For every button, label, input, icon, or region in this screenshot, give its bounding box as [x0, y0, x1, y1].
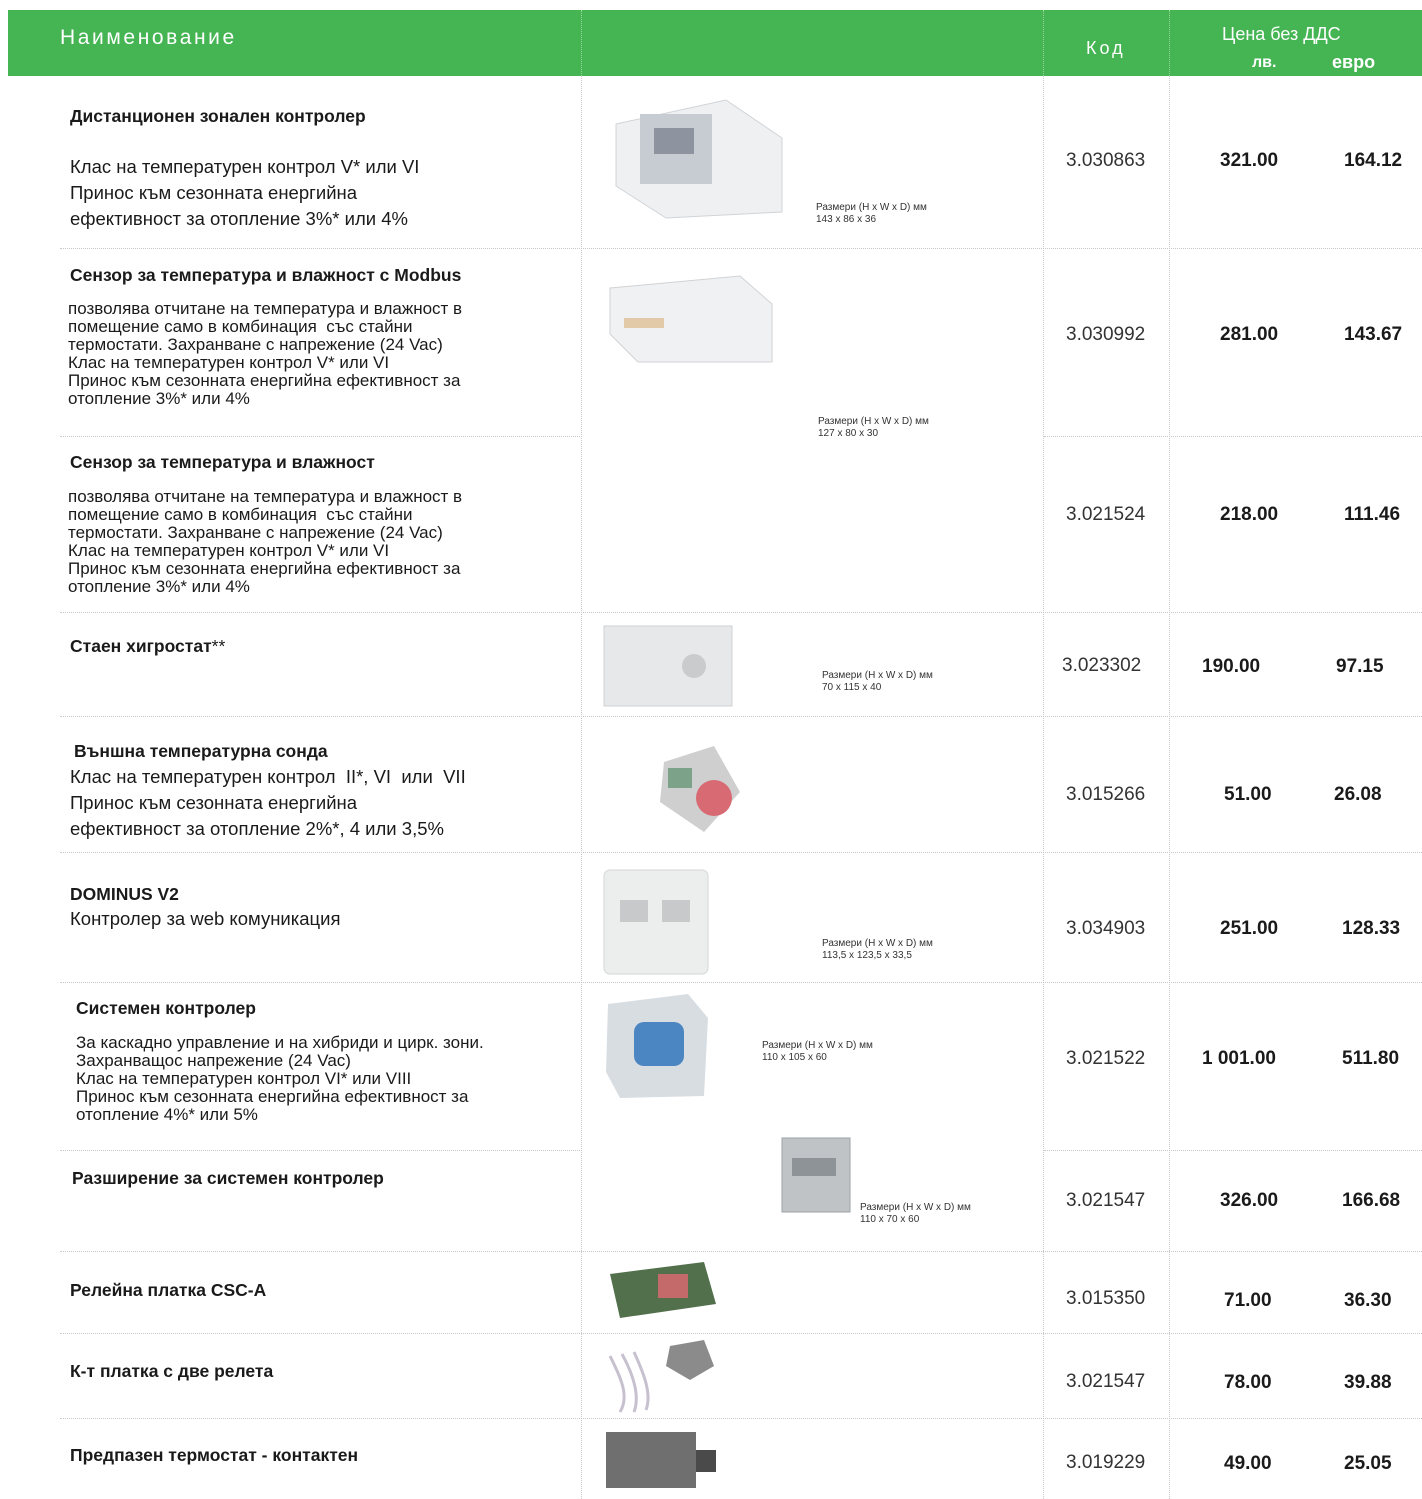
product-dimensions: Размери (H x W x D) мм 70 x 115 x 40: [822, 670, 933, 693]
header-divider: [581, 10, 582, 76]
product-title: Сензор за температура и влажност: [70, 452, 375, 472]
price-lv: 1 001.00: [1202, 1048, 1276, 1069]
header-code: Код: [1086, 38, 1126, 58]
price-eur: 128.33: [1342, 918, 1401, 939]
room-hygrostat-image: [603, 625, 733, 707]
product-description: Клас на температурен контрол II*, VI или…: [70, 766, 466, 839]
price-lv: 51.00: [1224, 784, 1272, 805]
price-lv: 190.00: [1202, 656, 1261, 677]
price-eur: 164.12: [1344, 150, 1403, 171]
product-title: К-т платка с две релета: [70, 1361, 274, 1381]
product-description: Контролер за web комуникация: [70, 908, 341, 929]
price-eur: 143.67: [1344, 324, 1403, 345]
product-code: 3.015350: [1066, 1288, 1146, 1309]
price-eur: 111.46: [1344, 504, 1401, 525]
row-divider: [60, 1418, 1422, 1419]
price-lv: 321.00: [1220, 150, 1279, 171]
outdoor-probe-image: [660, 746, 740, 832]
product-dimensions: Размери (H x W x D) мм 110 x 70 x 60: [860, 1202, 971, 1225]
row-divider: [60, 716, 1422, 717]
product-code: 3.021547: [1066, 1371, 1146, 1392]
product-dimensions: Размери (H x W x D) мм 127 x 80 x 30: [818, 416, 929, 439]
row-divider: [60, 1333, 1422, 1334]
row-divider: [60, 248, 1422, 249]
price-eur: 36.30: [1344, 1290, 1392, 1311]
price-eur: 25.05: [1344, 1453, 1392, 1474]
product-code: 3.030863: [1066, 150, 1146, 171]
controller-extension-image: [781, 1137, 851, 1213]
column-divider: [581, 76, 582, 1499]
price-lv: 281.00: [1220, 324, 1279, 345]
product-description: позволява отчитане на температура и влаж…: [68, 299, 463, 408]
row-divider: [60, 436, 580, 437]
header-divider: [1169, 10, 1170, 76]
product-title: Системен контролер: [76, 998, 256, 1018]
product-description: позволява отчитане на температура и влаж…: [68, 487, 463, 596]
product-code: 3.019229: [1066, 1452, 1146, 1473]
price-lv: 326.00: [1220, 1190, 1279, 1211]
product-dimensions: Размери (H x W x D) мм 143 x 86 x 36: [816, 202, 927, 225]
product-code: 3.021547: [1066, 1190, 1146, 1211]
product-description: Клас на температурен контрол V* или VI П…: [70, 156, 420, 229]
product-title: Сензор за температура и влажност с Modbu…: [70, 265, 462, 285]
product-dimensions: Размери (H x W x D) мм 113,5 x 123,5 x 3…: [822, 938, 933, 961]
system-controller-image: [606, 994, 708, 1098]
price-lv: 251.00: [1220, 918, 1279, 939]
price-lv: 78.00: [1224, 1372, 1272, 1393]
product-dimensions: Размери (H x W x D) мм 110 x 105 x 60: [762, 1040, 873, 1063]
column-divider: [1169, 76, 1170, 1499]
product-title: Дистанционен зонален контролер: [70, 106, 366, 126]
price-lv: 71.00: [1224, 1290, 1272, 1311]
column-divider: [1043, 76, 1044, 1499]
product-code: 3.021522: [1066, 1048, 1146, 1069]
price-eur: 26.08: [1334, 784, 1382, 805]
relay-board-image: [610, 1262, 716, 1318]
price-lv: 49.00: [1224, 1453, 1272, 1474]
row-divider: [60, 612, 1422, 613]
row-divider: [60, 1251, 1422, 1252]
product-title: DOMINUS V2: [70, 884, 179, 904]
price-eur: 39.88: [1344, 1372, 1392, 1393]
product-code: 3.034903: [1066, 918, 1146, 939]
product-description: За каскадно управление и на хибриди и ци…: [76, 1033, 484, 1124]
dominus-controller-image: [603, 869, 709, 975]
header-eur: евро: [1332, 52, 1376, 72]
row-divider: [1044, 436, 1422, 437]
product-code: 3.021524: [1066, 504, 1146, 525]
temp-humidity-sensor-image: [609, 275, 773, 363]
product-title: Предпазен термостат - контактен: [70, 1445, 359, 1465]
row-divider: [60, 982, 1422, 983]
header-divider: [1043, 10, 1044, 76]
header-price: Цена без ДДС: [1222, 24, 1341, 44]
price-eur: 511.80: [1342, 1048, 1400, 1069]
header-name: Наименование: [60, 26, 237, 49]
product-code: 3.023302: [1062, 655, 1142, 676]
product-code: 3.015266: [1066, 784, 1146, 805]
two-relay-board-image: [608, 1340, 714, 1413]
product-title: Външна температурна сонда: [74, 741, 328, 761]
row-divider: [60, 1150, 580, 1151]
header-lv: лв.: [1252, 54, 1277, 71]
product-title: Стаен хигростат**: [70, 636, 226, 656]
row-divider: [1044, 1150, 1422, 1151]
row-divider: [60, 852, 1422, 853]
price-lv: 218.00: [1220, 504, 1279, 525]
safety-thermostat-image: [606, 1432, 716, 1488]
product-code: 3.030992: [1066, 324, 1146, 345]
product-title: Разширение за системен контролер: [72, 1168, 384, 1188]
product-title: Релейна платка CSC-A: [70, 1280, 267, 1300]
price-eur: 166.68: [1342, 1190, 1401, 1211]
zone-controller-image: [615, 99, 783, 219]
price-eur: 97.15: [1336, 656, 1384, 677]
